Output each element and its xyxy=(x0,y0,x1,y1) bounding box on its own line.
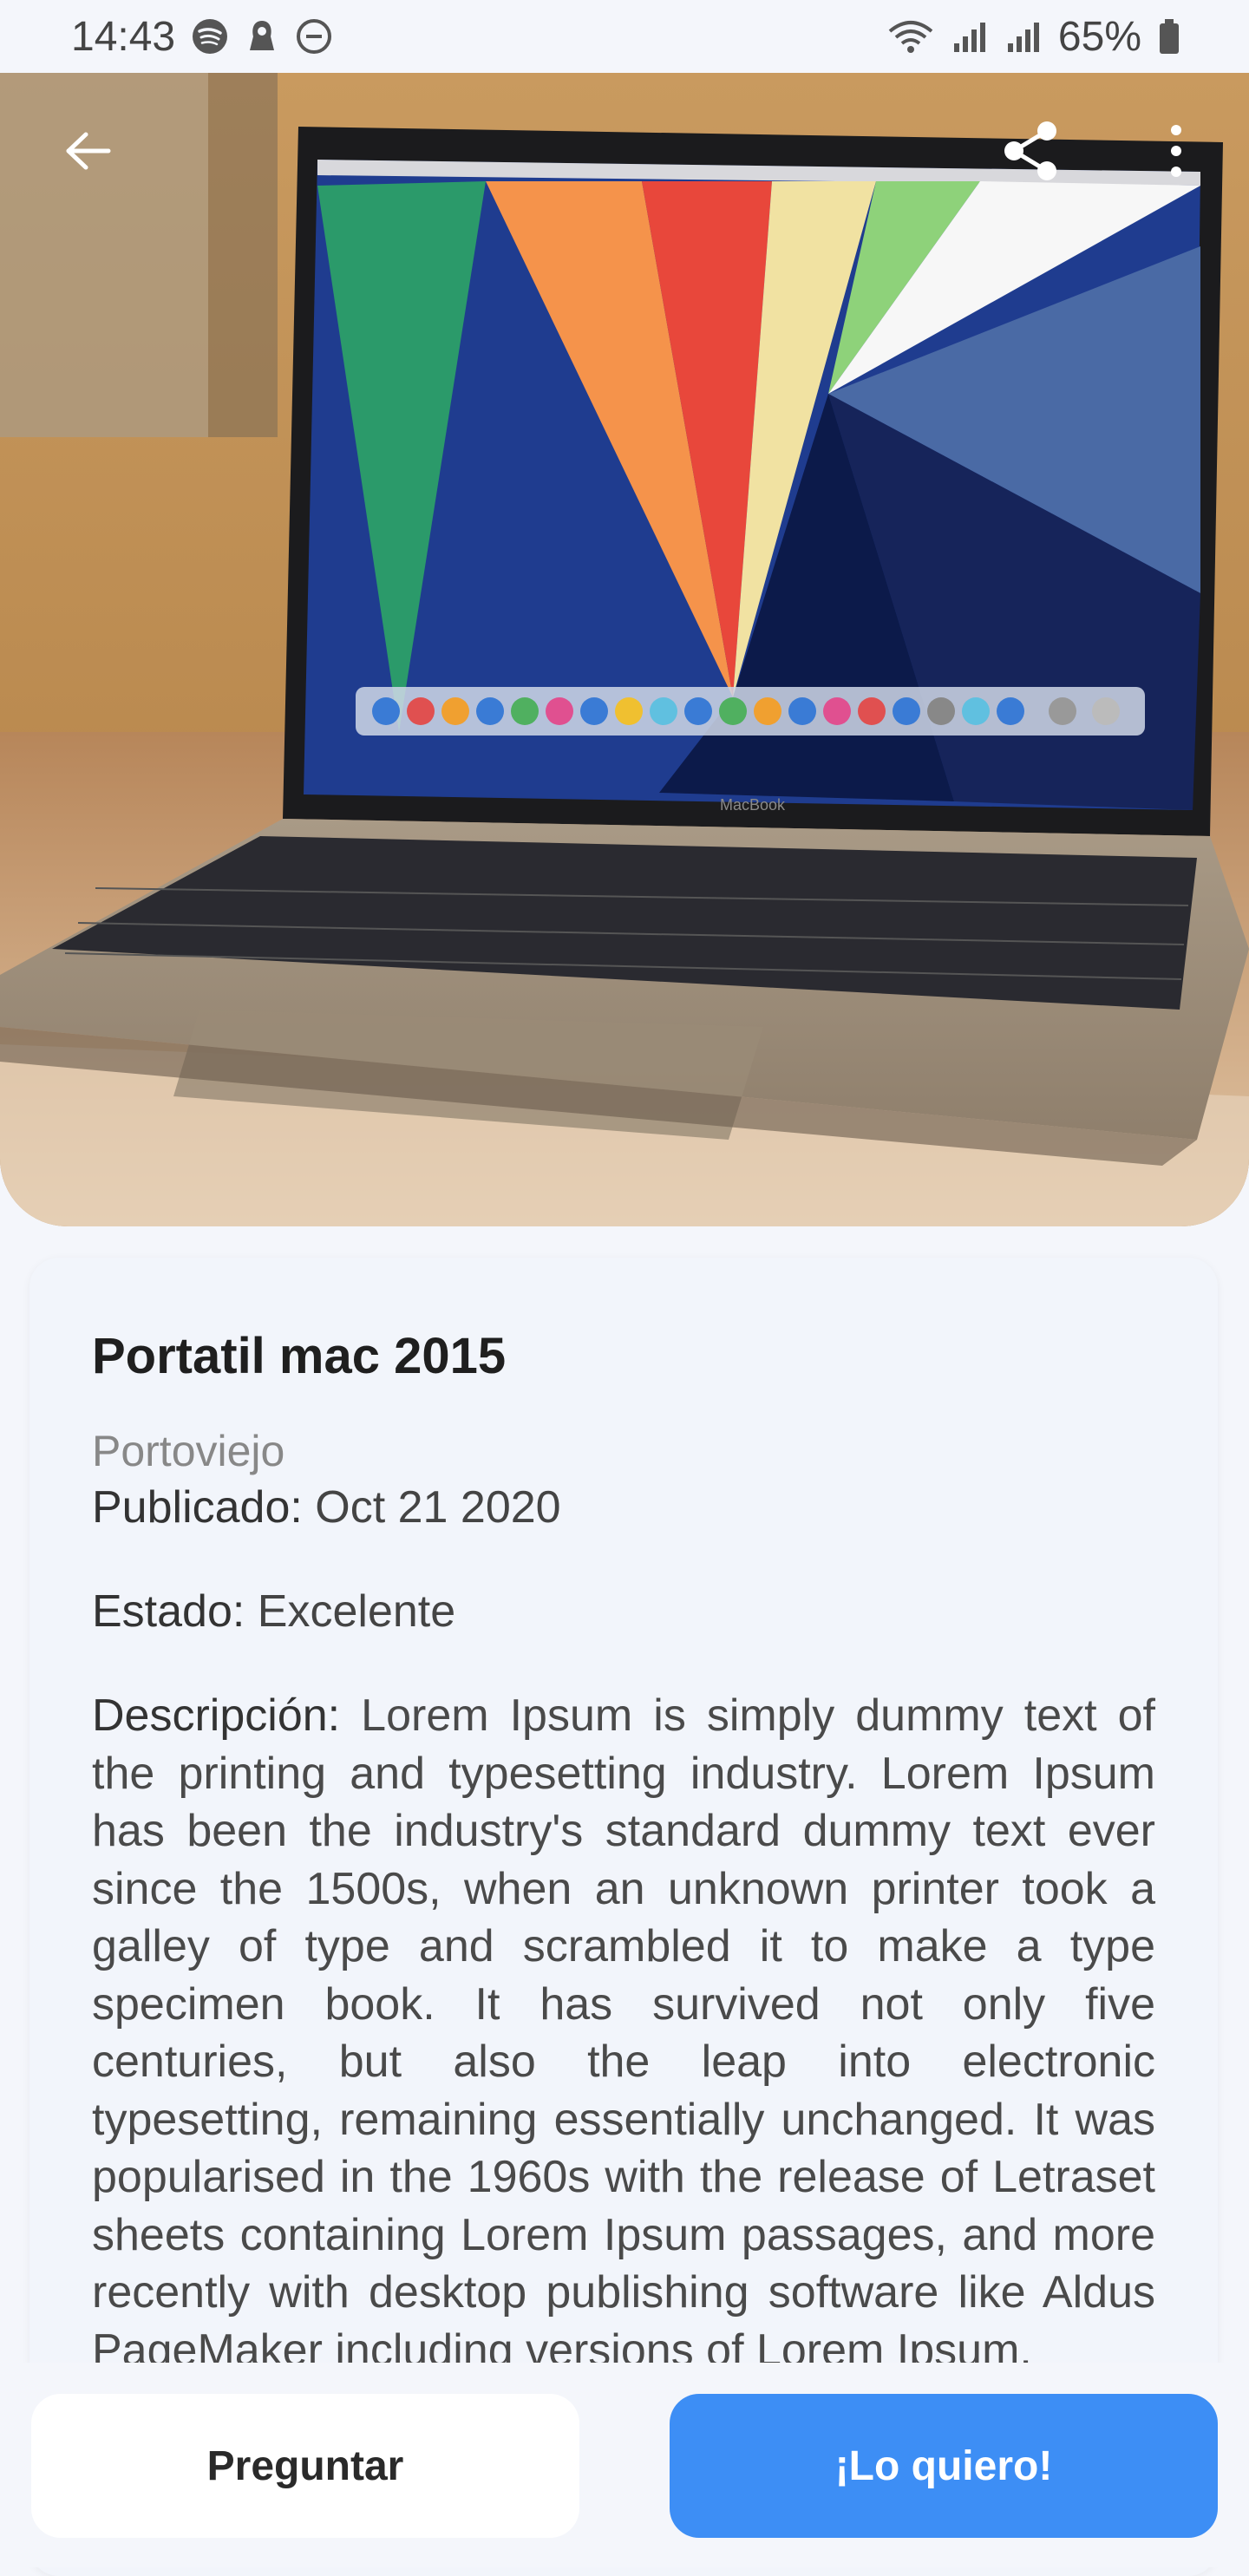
spotify-icon xyxy=(191,17,229,56)
share-icon xyxy=(1004,121,1056,180)
description-text: Lorem Ipsum is simply dummy text of the … xyxy=(92,1690,1156,2376)
published-value: Oct 21 2020 xyxy=(315,1482,561,1533)
share-button[interactable] xyxy=(996,108,1065,194)
product-location: Portoviejo xyxy=(92,1427,285,1475)
estado-line: Estado: Excelente xyxy=(92,1585,455,1638)
do-not-disturb-icon xyxy=(295,17,333,56)
more-options-button[interactable] xyxy=(1141,108,1211,194)
product-description: Descripción: Lorem Ipsum is simply dummy… xyxy=(92,1687,1155,2379)
status-left: 14:43 xyxy=(71,13,333,61)
more-vertical-icon xyxy=(1171,125,1181,177)
arrow-left-icon xyxy=(66,132,111,170)
estado-label: Estado: xyxy=(92,1586,245,1637)
signal-icon xyxy=(1004,17,1043,56)
published-label: Publicado: xyxy=(92,1482,303,1533)
published-line: Publicado: Oct 21 2020 xyxy=(92,1481,561,1533)
fingerprint-icon xyxy=(245,17,279,56)
battery-percent: 65% xyxy=(1057,13,1141,60)
status-bar: 14:43 65% xyxy=(0,0,1249,73)
product-title: Portatil mac 2015 xyxy=(92,1328,507,1384)
back-button[interactable] xyxy=(49,108,127,194)
estado-value: Excelente xyxy=(257,1586,456,1637)
laptop-photo: MacBook xyxy=(0,73,1249,1226)
wifi-icon xyxy=(886,17,935,56)
status-time: 14:43 xyxy=(71,13,176,60)
signal-icon xyxy=(951,17,989,56)
battery-icon xyxy=(1157,17,1181,56)
ask-button[interactable]: Preguntar xyxy=(31,2394,579,2538)
want-button[interactable]: ¡Lo quiero! xyxy=(670,2394,1218,2538)
status-right: 65% xyxy=(886,13,1181,61)
laptop-brand-label: MacBook xyxy=(720,796,786,814)
description-label: Descripción: xyxy=(92,1690,341,1741)
product-image[interactable]: MacBook xyxy=(0,73,1249,1226)
